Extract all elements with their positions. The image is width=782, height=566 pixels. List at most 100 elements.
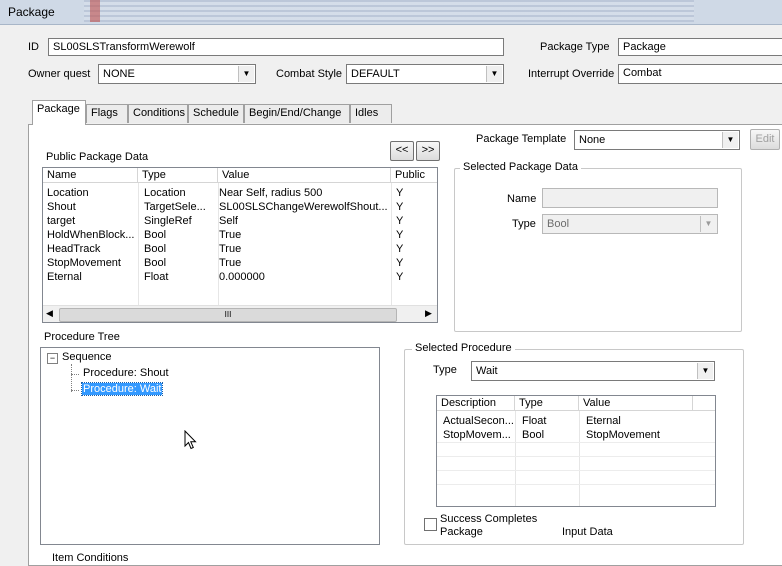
combat-style-value: DEFAULT — [351, 68, 400, 80]
window-title: Package — [8, 5, 55, 19]
cell-public: Y — [396, 243, 404, 255]
input-data-label: Input Data — [562, 526, 613, 538]
chevron-down-icon[interactable]: ▼ — [697, 363, 713, 379]
tree-connector — [71, 374, 79, 376]
chevron-down-icon[interactable]: ▼ — [722, 132, 738, 148]
name-input[interactable] — [542, 188, 718, 208]
table-row[interactable]: Eternal Float 0.000000 Y — [43, 271, 437, 285]
procedure-tree[interactable]: − Sequence Procedure: Shout Procedure: W… — [40, 347, 380, 545]
cell-type: Bool — [144, 243, 167, 255]
cell-public: Y — [396, 257, 404, 269]
success-completes-label-line2: Package — [440, 526, 483, 538]
package-template-label: Package Template — [476, 133, 567, 145]
column-header-name[interactable]: Name — [43, 168, 138, 183]
cell-name: HeadTrack — [47, 243, 101, 255]
table-row[interactable]: Shout TargetSele... SL00SLSChangeWerewol… — [43, 201, 437, 215]
cell-description: ActualSecon... — [443, 415, 514, 427]
collapse-icon[interactable]: − — [47, 353, 58, 364]
public-package-data-list[interactable]: Name Type Value Public Location Location… — [42, 167, 438, 323]
interrupt-override-label: Interrupt Override — [528, 68, 615, 80]
column-header-value[interactable]: Value — [218, 168, 391, 183]
cell-value: 0.000000 — [219, 271, 265, 283]
table-row[interactable]: HoldWhenBlock... Bool True Y — [43, 229, 437, 243]
tab-conditions[interactable]: Conditions — [128, 104, 188, 123]
cell-value: True — [219, 229, 242, 241]
table-row[interactable]: target SingleRef Self Y — [43, 215, 437, 229]
cell-name: Eternal — [47, 271, 82, 283]
cell-public: Y — [396, 271, 404, 283]
background-window-strip — [84, 0, 694, 22]
type-dropdown[interactable]: Bool ▼ — [542, 214, 718, 234]
previous-button[interactable]: << — [390, 141, 414, 161]
column-header-blank — [693, 396, 715, 411]
procedure-type-value: Wait — [476, 365, 498, 377]
package-type-label: Package Type — [540, 41, 610, 53]
cell-name: target — [47, 215, 76, 227]
row-divider — [437, 484, 715, 485]
success-completes-checkbox[interactable] — [424, 518, 437, 531]
selected-package-data-title: Selected Package Data — [460, 161, 581, 173]
tab-schedule[interactable]: Schedule — [188, 104, 244, 123]
cell-name: Shout — [47, 201, 76, 213]
window-titlebar: Package — [0, 0, 782, 25]
cell-value: Near Self, radius 500 — [219, 187, 323, 199]
column-header-type[interactable]: Type — [515, 396, 579, 411]
package-template-dropdown[interactable]: None ▼ — [574, 130, 740, 150]
cell-value: True — [219, 257, 242, 269]
table-row[interactable]: StopMovement Bool True Y — [43, 257, 437, 271]
tree-node-sequence[interactable]: Sequence — [62, 351, 112, 363]
tree-node-procedure-wait[interactable]: Procedure: Wait — [80, 382, 164, 396]
owner-quest-label: Owner quest — [28, 68, 91, 80]
tree-connector — [71, 364, 73, 392]
horizontal-scrollbar[interactable]: ◀ III ▶ — [43, 305, 437, 322]
cell-type: Location — [144, 187, 186, 199]
chevron-down-icon[interactable]: ▼ — [238, 66, 254, 82]
scroll-left-icon[interactable]: ◀ — [46, 308, 53, 319]
cell-description: StopMovem... — [443, 429, 511, 441]
public-package-data-label: Public Package Data — [46, 151, 149, 163]
table-row[interactable]: HeadTrack Bool True Y — [43, 243, 437, 257]
column-header-description[interactable]: Description — [437, 396, 515, 411]
combat-style-dropdown[interactable]: DEFAULT ▼ — [346, 64, 504, 84]
id-input[interactable]: SL00SLSTransformWerewolf — [48, 38, 504, 56]
cell-type: Bool — [522, 429, 545, 441]
cell-public: Y — [396, 229, 404, 241]
scroll-right-icon[interactable]: ▶ — [425, 308, 432, 319]
procedure-input-data-list[interactable]: Description Type Value ActualSecon... Fl… — [436, 395, 716, 507]
scrollbar-thumb[interactable]: III — [59, 308, 397, 322]
tab-begin-end-change[interactable]: Begin/End/Change — [244, 104, 350, 123]
tab-package[interactable]: Package — [32, 100, 86, 125]
chevron-down-icon[interactable]: ▼ — [700, 216, 716, 232]
row-divider — [437, 456, 715, 457]
owner-quest-dropdown[interactable]: NONE ▼ — [98, 64, 256, 84]
combat-style-label: Combat Style — [276, 68, 343, 80]
edit-button[interactable]: Edit — [750, 129, 780, 150]
tree-connector — [71, 390, 79, 392]
procedure-type-label: Type — [433, 364, 457, 376]
column-header-public[interactable]: Public — [391, 168, 437, 183]
next-button[interactable]: >> — [416, 141, 440, 161]
table-row[interactable]: Location Location Near Self, radius 500 … — [43, 187, 437, 201]
tab-idles[interactable]: Idles — [350, 104, 392, 123]
package-type-input[interactable]: Package — [618, 38, 782, 56]
procedure-tree-label: Procedure Tree — [44, 331, 120, 343]
background-window-marker — [90, 0, 100, 22]
table-row[interactable]: ActualSecon... Float Eternal — [437, 415, 715, 429]
type-label: Type — [512, 218, 536, 230]
tab-flags[interactable]: Flags — [86, 104, 128, 123]
owner-quest-value: NONE — [103, 68, 135, 80]
interrupt-override-input[interactable]: Combat — [618, 64, 782, 84]
cell-type: TargetSele... — [144, 201, 206, 213]
type-value: Bool — [547, 218, 570, 230]
tree-node-procedure-shout[interactable]: Procedure: Shout — [83, 367, 169, 379]
procedure-type-dropdown[interactable]: Wait ▼ — [471, 361, 715, 381]
cell-type: Bool — [144, 257, 167, 269]
table-row[interactable]: StopMovem... Bool StopMovement — [437, 429, 715, 443]
name-label: Name — [507, 193, 537, 205]
column-header-value[interactable]: Value — [579, 396, 693, 411]
row-divider — [437, 470, 715, 471]
cell-type: SingleRef — [144, 215, 192, 227]
column-header-type[interactable]: Type — [138, 168, 218, 183]
chevron-down-icon[interactable]: ▼ — [486, 66, 502, 82]
cell-value: SL00SLSChangeWerewolfShout... — [219, 201, 388, 213]
